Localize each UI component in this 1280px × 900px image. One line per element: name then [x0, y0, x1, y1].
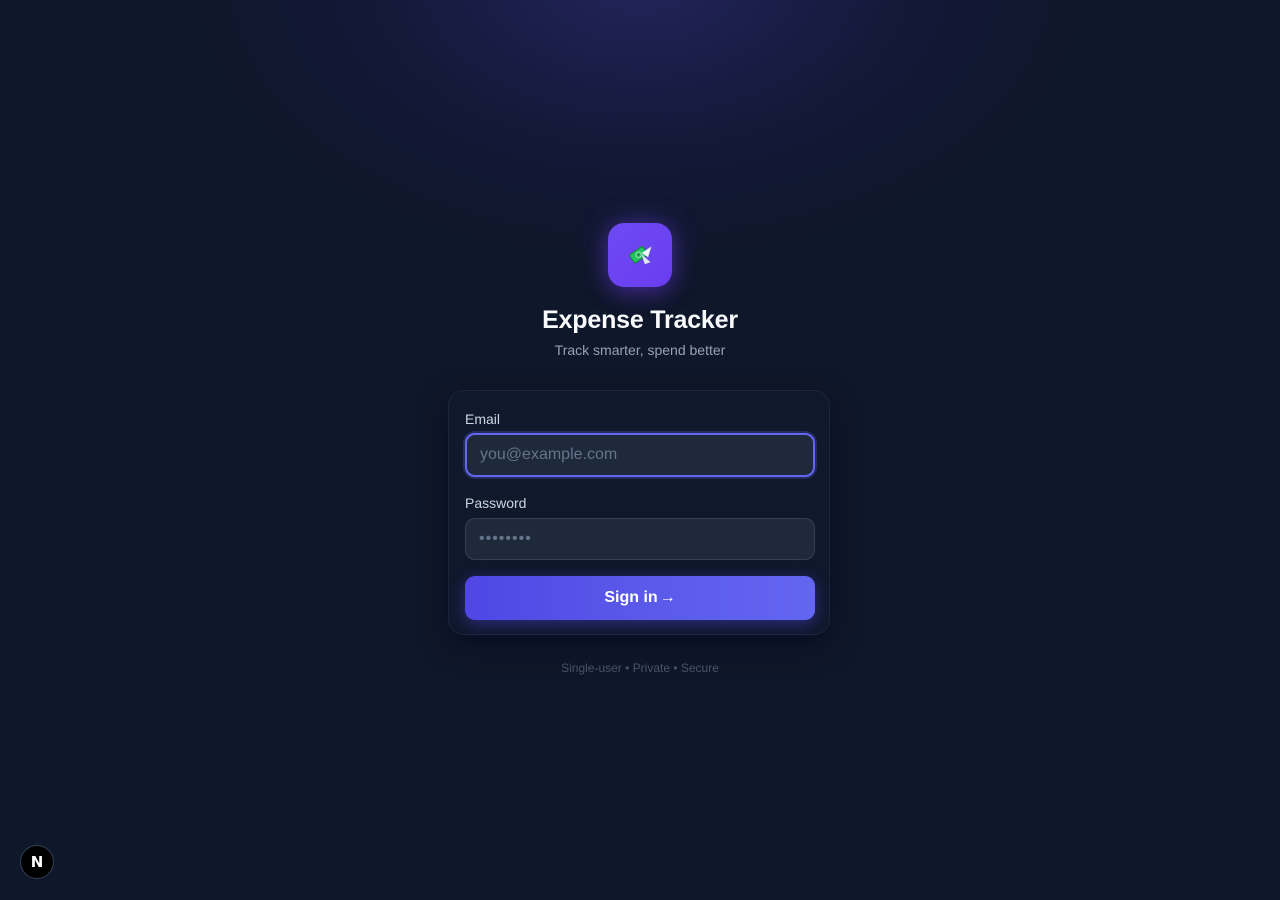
password-label: Password — [465, 495, 527, 511]
background-glow — [190, 0, 1090, 260]
login-card: Email Password Sign in → — [448, 390, 830, 635]
nextjs-dev-icon[interactable]: N — [20, 845, 54, 879]
dev-badge-label: N — [30, 853, 44, 871]
footer-note: Single-user • Private • Secure — [561, 661, 719, 675]
email-input[interactable] — [465, 433, 815, 477]
sign-in-button[interactable]: Sign in → — [465, 576, 815, 620]
app-title: Expense Tracker — [542, 306, 738, 334]
password-input[interactable] — [465, 518, 815, 560]
app-logo — [608, 223, 672, 287]
money-with-wings-icon — [625, 240, 655, 270]
email-label: Email — [465, 411, 501, 427]
arrow-right-icon: → — [659, 589, 676, 606]
app-subtitle: Track smarter, spend better — [554, 342, 726, 358]
sign-in-label: Sign in — [604, 589, 658, 606]
